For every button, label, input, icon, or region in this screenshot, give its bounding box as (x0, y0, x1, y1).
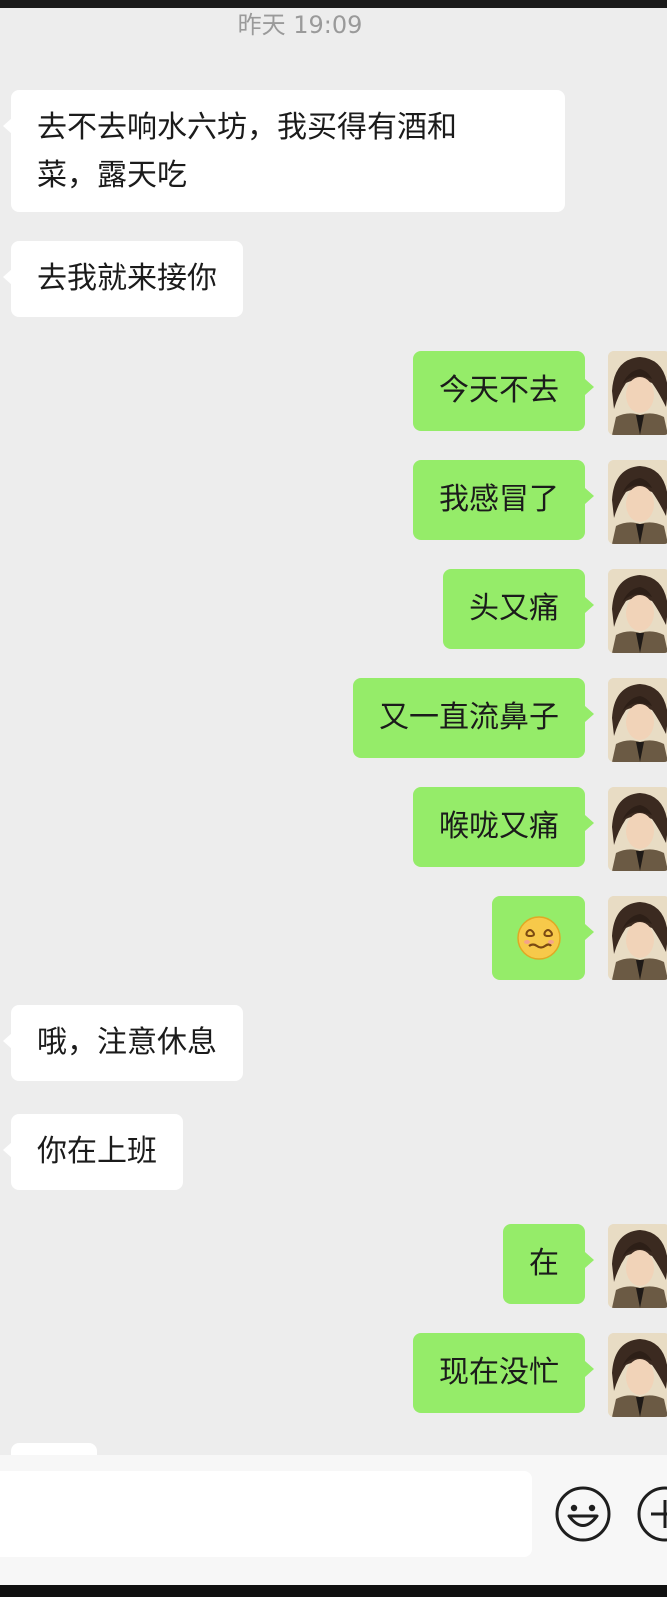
message-text: 我感冒了 (439, 482, 559, 517)
outgoing-message-bubble[interactable]: 又一直流鼻子 (353, 678, 594, 758)
outgoing-message-bubble[interactable]: 今天不去 (413, 351, 594, 431)
avatar-portrait-icon (608, 1224, 667, 1308)
bottom-edge (0, 1585, 667, 1597)
incoming-message-bubble[interactable]: 去我就来接你 (3, 241, 243, 317)
message-text: 菜，露天吃 (37, 158, 187, 193)
message-text: 又一直流鼻子 (379, 700, 559, 735)
outgoing-message-bubble[interactable]: 在 (503, 1224, 594, 1304)
avatar[interactable] (608, 678, 667, 762)
message-text: 在 (529, 1246, 559, 1281)
message-text: 今天不去 (439, 373, 559, 408)
avatar-portrait-icon (608, 460, 667, 544)
incoming-message-bubble[interactable]: 去不去响水六坊，我买得有酒和 菜，露天吃 (3, 90, 565, 212)
message-text: 你在上班 (37, 1134, 157, 1169)
message-input[interactable] (0, 1471, 532, 1557)
message-text: 去我就来接你 (37, 261, 217, 296)
dizzy-face-emoji (516, 916, 561, 960)
avatar[interactable] (608, 896, 667, 980)
plus-circle-icon[interactable] (636, 1485, 667, 1543)
outgoing-message-bubble[interactable]: 喉咙又痛 (413, 787, 594, 867)
outgoing-message-bubble[interactable]: 现在没忙 (413, 1333, 594, 1413)
avatar-portrait-icon (608, 787, 667, 871)
message-timestamp: 昨天 19:09 (237, 11, 363, 39)
message-text: 头又痛 (469, 591, 559, 626)
avatar-portrait-icon (608, 1333, 667, 1417)
avatar-portrait-icon (608, 351, 667, 435)
avatar[interactable] (608, 1333, 667, 1417)
avatar[interactable] (608, 460, 667, 544)
chat-screen: 昨天 19:09 去不去响水六坊，我买得有酒和 菜，露天吃 去我就来接你 今天不… (0, 0, 667, 1597)
message-text: 喉咙又痛 (439, 809, 559, 844)
outgoing-emoji-bubble[interactable] (492, 896, 594, 980)
avatar[interactable] (608, 351, 667, 435)
message-text: 去不去响水六坊，我买得有酒和 (37, 110, 457, 145)
message-text: 现在没忙 (439, 1355, 559, 1390)
avatar-portrait-icon (608, 678, 667, 762)
top-edge (0, 0, 667, 8)
outgoing-message-bubble[interactable]: 我感冒了 (413, 460, 594, 540)
avatar[interactable] (608, 787, 667, 871)
input-bar (0, 1455, 667, 1585)
avatar-portrait-icon (608, 896, 667, 980)
outgoing-message-bubble[interactable]: 头又痛 (443, 569, 594, 649)
incoming-message-bubble[interactable]: 你在上班 (3, 1114, 183, 1190)
incoming-message-bubble[interactable]: 哦，注意休息 (3, 1005, 243, 1081)
avatar[interactable] (608, 569, 667, 653)
avatar[interactable] (608, 1224, 667, 1308)
avatar-portrait-icon (608, 569, 667, 653)
smiley-icon[interactable] (554, 1485, 612, 1543)
message-text: 哦，注意休息 (37, 1025, 217, 1060)
